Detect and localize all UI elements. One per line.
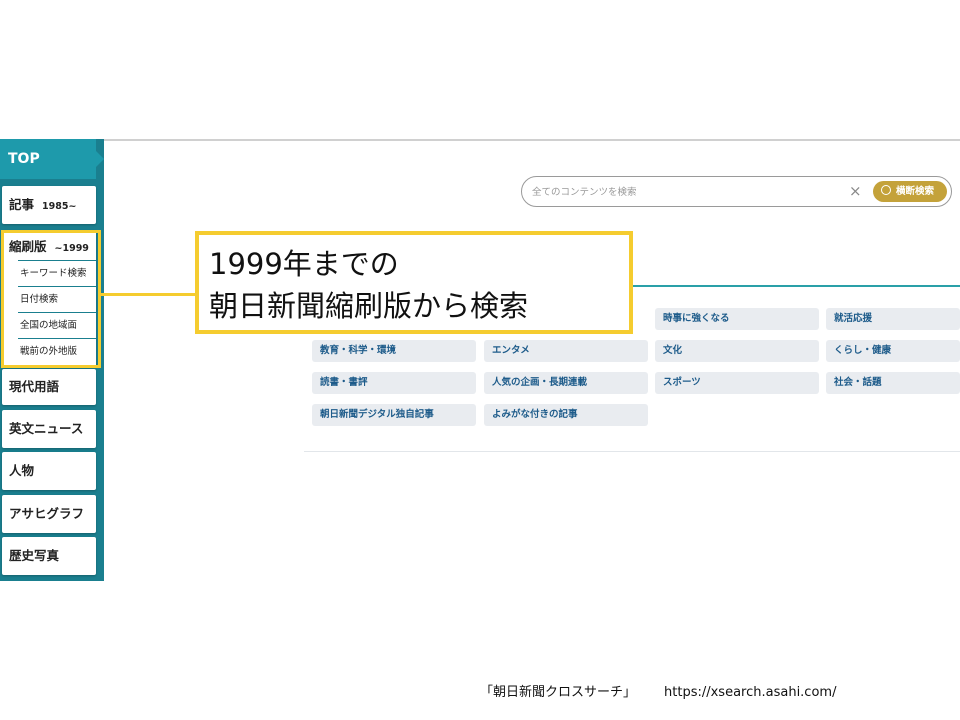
category-link[interactable]: エンタメ: [484, 340, 648, 362]
sidebar-item-label: 人物: [9, 463, 35, 478]
category-link[interactable]: 文化: [655, 340, 819, 362]
category-link[interactable]: 人気の企画・長期連載: [484, 372, 648, 394]
callout-box: 1999年までの 朝日新聞縮刷版から検索: [195, 231, 633, 334]
search-bar: × 横断検索: [521, 176, 952, 207]
search-button-label: 横断検索: [896, 186, 935, 197]
sidebar-item-label: 現代用語: [9, 379, 60, 394]
category-link[interactable]: 朝日新聞デジタル独自記事: [312, 404, 476, 426]
callout-connector: [101, 293, 196, 296]
sidebar-item-people[interactable]: 人物: [2, 452, 96, 490]
sidebar-item-label: アサヒグラフ: [9, 506, 85, 521]
category-link[interactable]: スポーツ: [655, 372, 819, 394]
sidebar-item-top[interactable]: TOP: [0, 139, 104, 179]
search-icon: [881, 185, 891, 195]
category-link[interactable]: くらし・健康: [826, 340, 960, 362]
content-divider: [304, 451, 960, 452]
callout-line-1: 1999年までの: [209, 247, 399, 281]
header-divider: [104, 139, 960, 141]
category-link[interactable]: 就活応援: [826, 308, 960, 330]
sidebar-item-label: TOP: [8, 151, 40, 167]
category-link[interactable]: 読書・書評: [312, 372, 476, 394]
category-link[interactable]: 時事に強くなる: [655, 308, 819, 330]
callout-line-2: 朝日新聞縮刷版から検索: [209, 289, 529, 323]
sidebar-item-gendai-yogo[interactable]: 現代用語: [2, 369, 96, 405]
slide-caption: 「朝日新聞クロスサーチ」 https://xsearch.asahi.com/: [480, 681, 836, 700]
caption-service-name: 「朝日新聞クロスサーチ」: [480, 685, 637, 700]
sidebar-item-label: 歴史写真: [9, 548, 60, 563]
section-divider: [612, 285, 960, 287]
category-link[interactable]: 社会・話題: [826, 372, 960, 394]
sidebar-item-articles[interactable]: 記事 1985~: [2, 186, 96, 224]
category-link[interactable]: よみがな付きの記事: [484, 404, 648, 426]
highlight-frame: [1, 230, 101, 368]
caption-url: https://xsearch.asahi.com/: [664, 685, 837, 700]
sidebar-item-historical-photos[interactable]: 歴史写真: [2, 537, 96, 575]
sidebar-item-label: 英文ニュース: [9, 421, 84, 436]
sidebar-item-asahi-graph[interactable]: アサヒグラフ: [2, 495, 96, 533]
search-button[interactable]: 横断検索: [873, 181, 947, 202]
sidebar-item-range: 1985~: [42, 201, 77, 212]
category-link[interactable]: 教育・科学・環境: [312, 340, 476, 362]
sidebar-item-english-news[interactable]: 英文ニュース: [2, 410, 96, 448]
sidebar-item-label: 記事: [9, 197, 35, 212]
close-icon[interactable]: ×: [849, 182, 863, 200]
search-input[interactable]: [532, 183, 842, 201]
